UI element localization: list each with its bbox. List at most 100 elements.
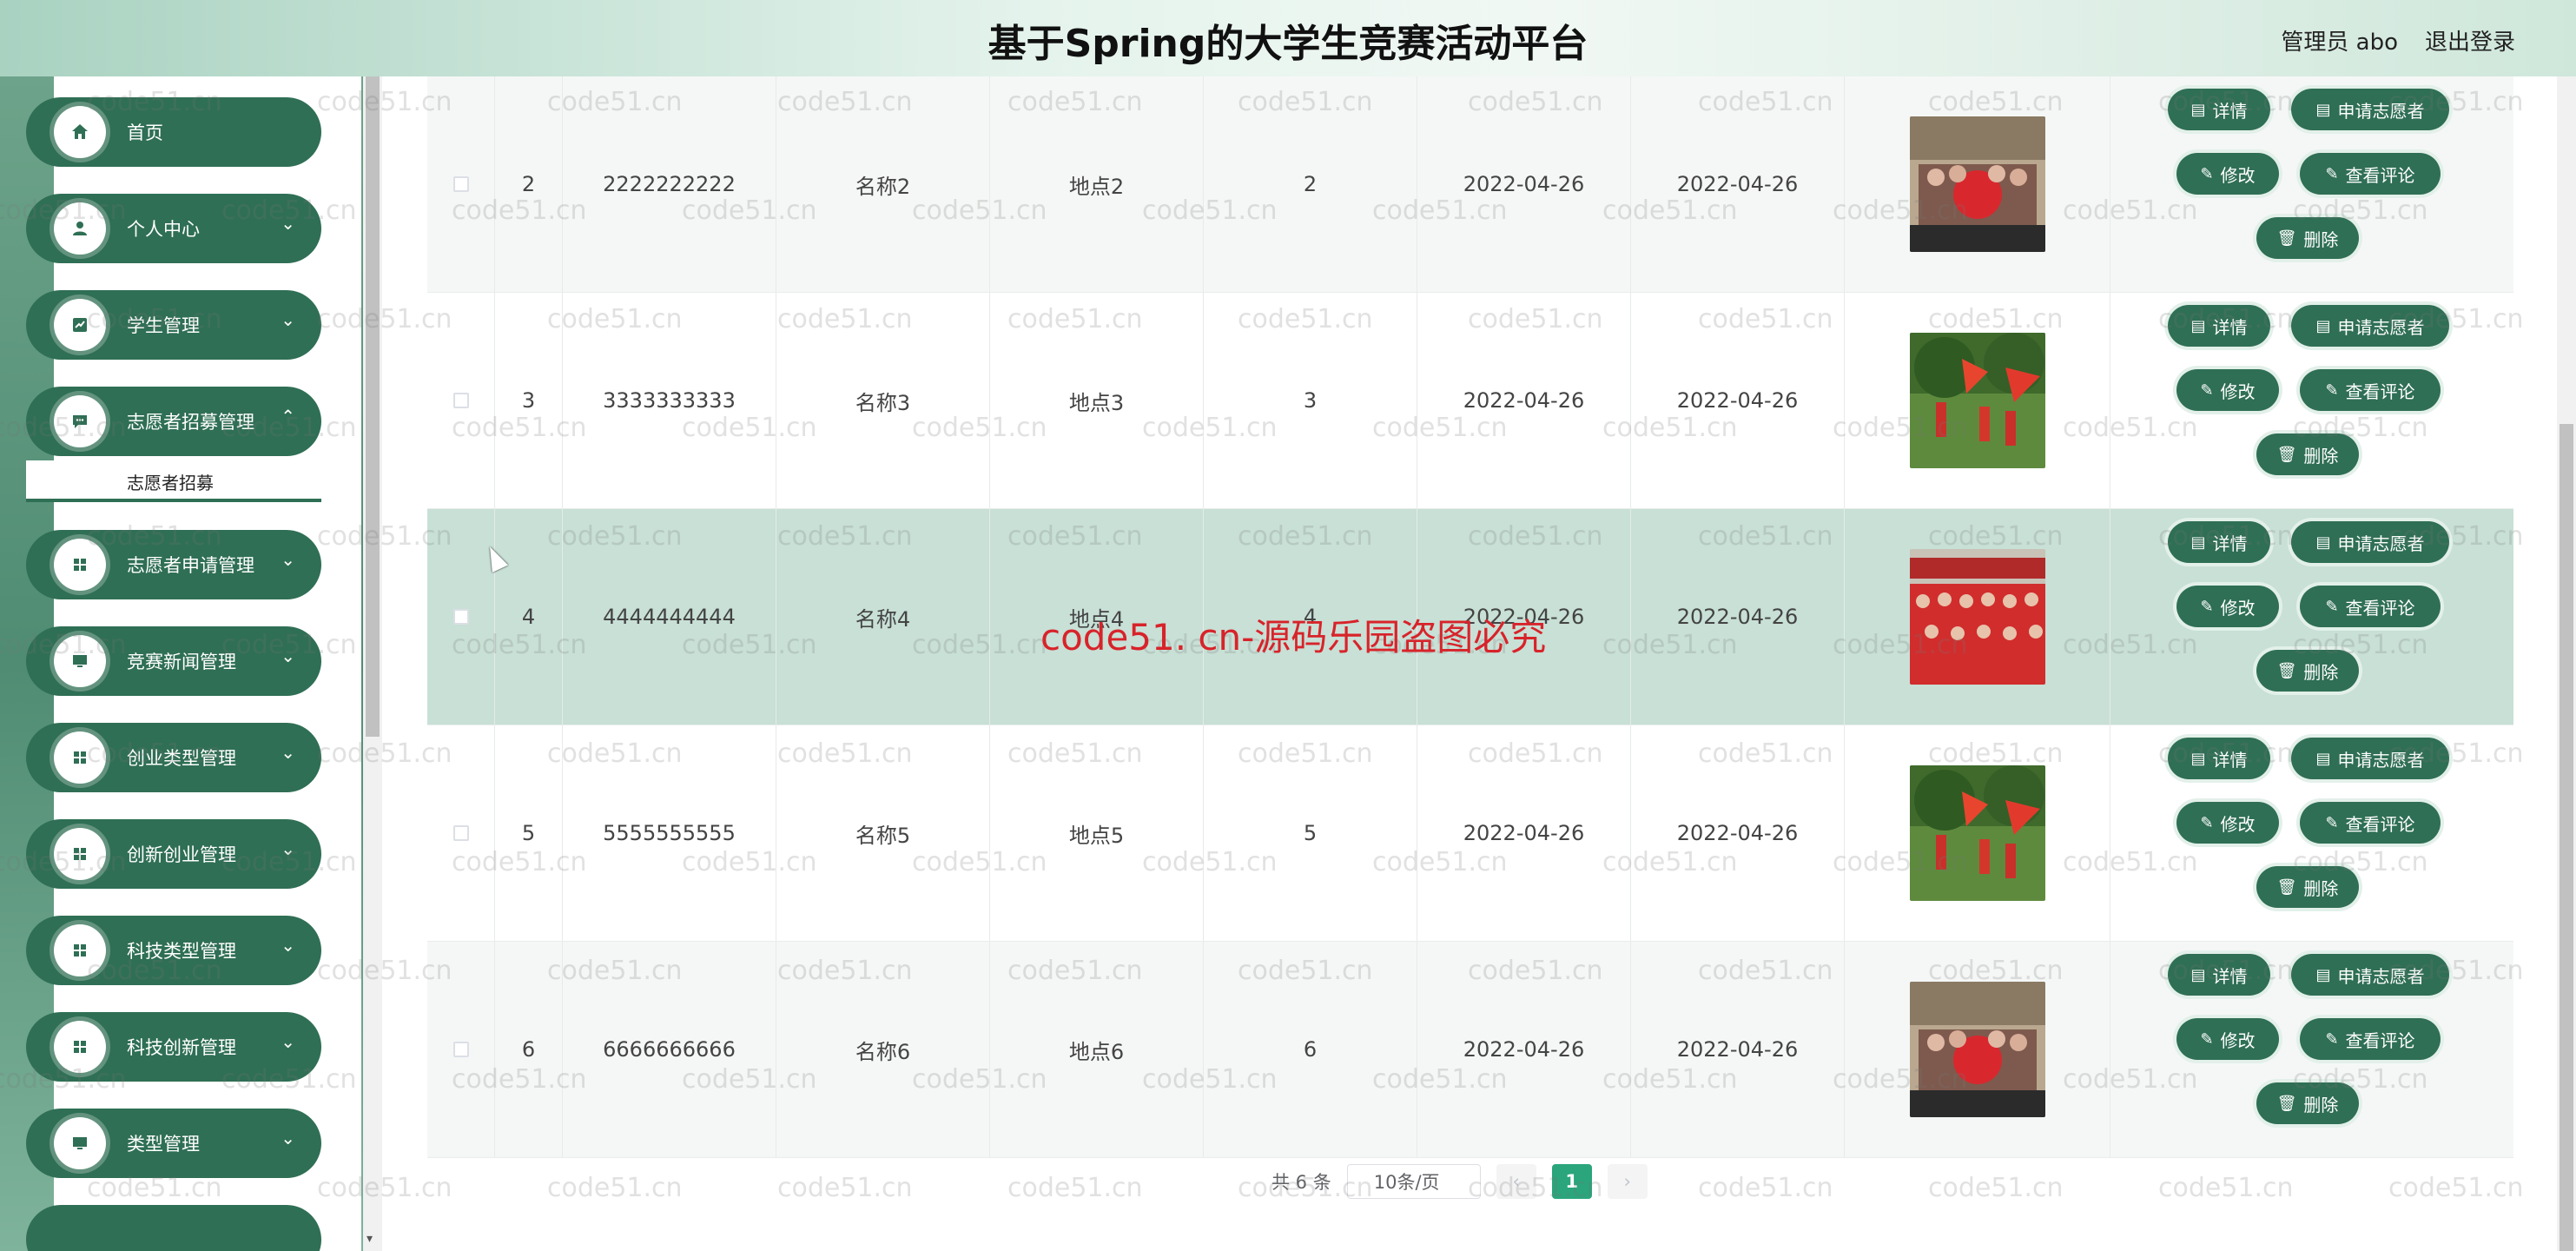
page-number-button[interactable]: 1 — [1551, 1164, 1592, 1199]
pagination: 共 6 条 10条/页 ‹ 1 › — [1271, 1161, 1648, 1202]
chevron-down-icon: ⌄ — [281, 549, 295, 570]
row-checkbox[interactable] — [452, 176, 469, 192]
detail-button[interactable]: ▤ 详情 — [2168, 305, 2270, 347]
number-cell: 5555555555 — [563, 725, 776, 941]
trash-icon: 🗑 — [2276, 445, 2297, 464]
sidebar-item-home[interactable]: 首页 — [26, 97, 321, 167]
edit-button[interactable]: ✎ 修改 — [2176, 802, 2279, 844]
sidebar-item-partial[interactable] — [26, 1205, 321, 1251]
view-comments-button[interactable]: ✎ 查看评论 — [2300, 802, 2441, 844]
actions-cell: ▤ 详情 ▤ 申请志愿者 ✎ 修改 ✎ 查看评论 🗑 删除 — [2110, 293, 2513, 508]
edit-button[interactable]: ✎ 修改 — [2176, 1018, 2279, 1060]
sidebar-item-volunteer-apply[interactable]: 志愿者申请管理 ⌄ — [26, 530, 321, 599]
submenu-item-volunteer-recruit[interactable]: 志愿者招募 — [26, 460, 321, 502]
apply-volunteer-button[interactable]: ▤ 申请志愿者 — [2291, 89, 2449, 130]
sidebar-item-label: 志愿者申请管理 — [127, 555, 254, 576]
sidebar-item-innovation[interactable]: 创新创业管理 ⌄ — [26, 819, 321, 889]
trash-icon: 🗑 — [2276, 877, 2297, 897]
index-cell: 2 — [495, 76, 563, 292]
sidebar-item-startup-type[interactable]: 创业类型管理 ⌄ — [26, 723, 321, 792]
apply-volunteer-button[interactable]: ▤ 申请志愿者 — [2291, 954, 2449, 996]
logout-link[interactable]: 退出登录 — [2425, 24, 2515, 56]
start-date-cell: 2022-04-26 — [1417, 725, 1631, 941]
apply-volunteer-button[interactable]: ▤ 申请志愿者 — [2291, 521, 2449, 563]
detail-button[interactable]: ▤ 详情 — [2168, 521, 2270, 563]
delete-button[interactable]: 🗑 删除 — [2256, 650, 2359, 692]
pencil-icon: ✎ — [2200, 1029, 2214, 1049]
row-checkbox[interactable] — [452, 825, 469, 841]
pencil-icon: ✎ — [2200, 381, 2214, 400]
chevron-down-icon: ⌄ — [281, 742, 295, 763]
trash-icon: 🗑 — [2276, 661, 2297, 680]
view-comments-button[interactable]: ✎ 查看评论 — [2300, 1018, 2441, 1060]
start-date-cell: 2022-04-26 — [1417, 509, 1631, 725]
table-row[interactable]: 2 2222222222 名称2 地点2 2 2022-04-26 2022-04-26 ▤ 详… — [427, 76, 2513, 293]
sidebar-scrollbar[interactable]: ▾ — [363, 76, 382, 1251]
sidebar-item-volunteer-recruit[interactable]: 志愿者招募管理 ⌃ — [26, 387, 321, 456]
sidebar-item-tech-type[interactable]: 科技类型管理 ⌄ — [26, 916, 321, 985]
count-cell: 2 — [1204, 76, 1417, 292]
sidebar-item-label: 创新创业管理 — [127, 844, 236, 865]
edit-button[interactable]: ✎ 修改 — [2176, 586, 2279, 627]
sidebar-scroll-thumb[interactable] — [366, 76, 380, 737]
apply-volunteer-button[interactable]: ▤ 申请志愿者 — [2291, 738, 2449, 779]
scroll-down-arrow-icon[interactable]: ▾ — [367, 1232, 373, 1246]
page-size-select[interactable]: 10条/页 — [1346, 1164, 1481, 1199]
detail-button[interactable]: ▤ 详情 — [2168, 954, 2270, 996]
chevron-down-icon: ⌄ — [281, 1128, 295, 1148]
next-page-button[interactable]: › — [1607, 1164, 1648, 1199]
row-checkbox[interactable] — [452, 393, 469, 408]
start-date-cell: 2022-04-26 — [1417, 293, 1631, 508]
sidebar-item-label: 个人中心 — [127, 219, 200, 240]
chevron-down-icon: ⌄ — [281, 1031, 295, 1052]
table-row[interactable]: 5 5555555555 名称5 地点5 5 2022-04-26 2022-04-26 ▤ 详… — [427, 725, 2513, 942]
chevron-down-icon: ⌄ — [281, 645, 295, 666]
sidebar-item-type[interactable]: 类型管理 ⌄ — [26, 1109, 321, 1178]
delete-button[interactable]: 🗑 删除 — [2256, 434, 2359, 475]
edit-button[interactable]: ✎ 修改 — [2176, 369, 2279, 411]
main-scroll-thumb[interactable] — [2559, 424, 2573, 1251]
place-cell: 地点4 — [990, 509, 1204, 725]
sidebar-item-news[interactable]: 竞赛新闻管理 ⌄ — [26, 626, 321, 696]
name-cell: 名称2 — [776, 76, 990, 292]
delete-button[interactable]: 🗑 删除 — [2256, 866, 2359, 908]
row-checkbox[interactable] — [452, 609, 469, 625]
view-comments-button[interactable]: ✎ 查看评论 — [2300, 369, 2441, 411]
sidebar-item-label: 科技创新管理 — [127, 1037, 236, 1058]
prev-page-button[interactable]: ‹ — [1496, 1164, 1536, 1199]
place-cell: 地点6 — [990, 942, 1204, 1157]
chart-icon — [54, 299, 106, 351]
sidebar-item-label: 竞赛新闻管理 — [127, 652, 236, 672]
admin-label: 管理员 abo — [2281, 30, 2398, 56]
pencil-icon: ✎ — [2200, 164, 2214, 183]
delete-button[interactable]: 🗑 删除 — [2256, 1082, 2359, 1124]
main-scrollbar[interactable] — [2557, 76, 2576, 1251]
pencil-icon: ✎ — [2325, 597, 2339, 616]
view-comments-button[interactable]: ✎ 查看评论 — [2300, 586, 2441, 627]
edit-button[interactable]: ✎ 修改 — [2176, 153, 2279, 195]
view-comments-button[interactable]: ✎ 查看评论 — [2300, 153, 2441, 195]
sidebar-item-profile[interactable]: 个人中心 ⌄ — [26, 194, 321, 263]
row-select-cell — [427, 942, 495, 1157]
table-row[interactable]: 4 4444444444 名称4 地点4 4 2022-04-26 2022-04-26 ▤ 详… — [427, 509, 2513, 725]
table-row[interactable]: 3 3333333333 名称3 地点3 3 2022-04-26 2022-04-26 ▤ 详… — [427, 293, 2513, 509]
table-row[interactable]: 6 6666666666 名称6 地点6 6 2022-04-26 2022-04-26 ▤ 详… — [427, 942, 2513, 1158]
volunteer-table: 2 2222222222 名称2 地点2 2 2022-04-26 2022-04-26 ▤ 详… — [427, 76, 2513, 1158]
sidebar-item-students[interactable]: 学生管理 ⌄ — [26, 290, 321, 360]
red-crowd-photo — [1909, 549, 2045, 685]
grid-icon — [54, 731, 106, 784]
pencil-icon: ✎ — [2200, 597, 2214, 616]
detail-button[interactable]: ▤ 详情 — [2168, 89, 2270, 130]
number-cell: 4444444444 — [563, 509, 776, 725]
place-cell: 地点2 — [990, 76, 1204, 292]
sidebar-item-tech-innovation[interactable]: 科技创新管理 ⌄ — [26, 1012, 321, 1082]
index-cell: 3 — [495, 293, 563, 508]
delete-button[interactable]: 🗑 删除 — [2256, 217, 2359, 259]
apply-volunteer-button[interactable]: ▤ 申请志愿者 — [2291, 305, 2449, 347]
detail-button[interactable]: ▤ 详情 — [2168, 738, 2270, 779]
document-icon: ▤ — [2190, 100, 2206, 119]
chevron-down-icon: ⌄ — [281, 838, 295, 859]
image-cell — [1845, 509, 2110, 725]
sidebar-item-label: 学生管理 — [127, 315, 200, 336]
row-checkbox[interactable] — [452, 1042, 469, 1057]
